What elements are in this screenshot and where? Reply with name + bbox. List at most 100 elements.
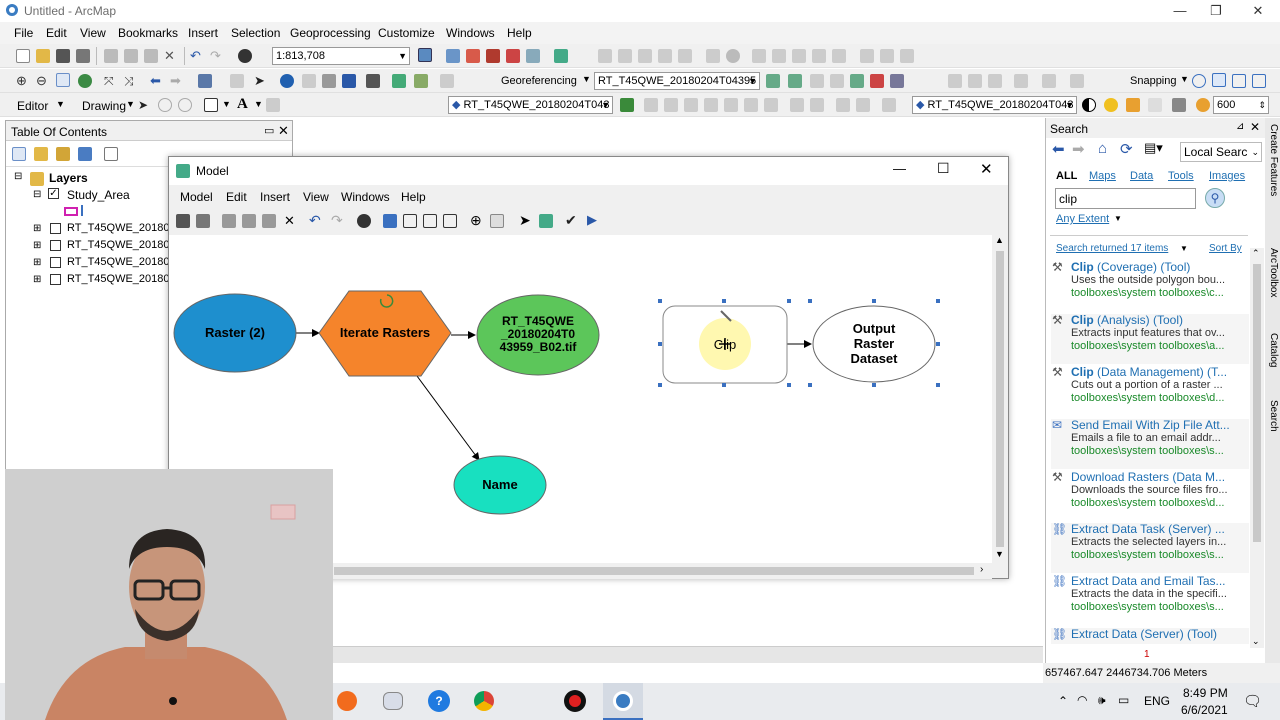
wifi-icon[interactable]: ◠ bbox=[1077, 693, 1087, 707]
raster-4-expand-icon[interactable]: ⊞ bbox=[33, 274, 41, 285]
search-tab-data[interactable]: Data bbox=[1130, 170, 1153, 182]
recorder-icon[interactable] bbox=[564, 690, 586, 712]
create-viewer-icon[interactable] bbox=[440, 74, 454, 88]
battery-icon[interactable]: ▭ bbox=[1118, 693, 1129, 707]
list-by-drawing-order-icon[interactable] bbox=[12, 147, 26, 161]
search-result[interactable]: ⚒ Clip (Data Management) (T... Cuts out … bbox=[1051, 366, 1249, 416]
contrast-icon[interactable] bbox=[1082, 98, 1096, 112]
list-by-source-icon[interactable] bbox=[34, 147, 48, 161]
arcmap-taskbar-button[interactable] bbox=[603, 683, 643, 720]
model-fixed-zoom-out-icon[interactable] bbox=[443, 214, 457, 228]
raster-1-expand-icon[interactable]: ⊞ bbox=[33, 223, 41, 234]
paste-icon[interactable] bbox=[144, 49, 158, 63]
model-minimize-icon[interactable]: — bbox=[893, 161, 906, 176]
search-tab-maps[interactable]: Maps bbox=[1089, 170, 1116, 182]
new-document-icon[interactable] bbox=[16, 49, 30, 63]
search-results-scrollbar[interactable]: ⌃ ⌄ bbox=[1250, 248, 1264, 648]
search-go-icon[interactable]: ⚲ bbox=[1205, 188, 1225, 208]
menu-insert[interactable]: Insert bbox=[188, 26, 218, 40]
swipe-icon[interactable] bbox=[620, 98, 634, 112]
model-validate-icon[interactable]: ✔ bbox=[565, 212, 577, 229]
model-menu-help[interactable]: Help bbox=[401, 190, 426, 204]
study-area-collapse-icon[interactable]: ⊟ bbox=[33, 189, 41, 200]
study-area-checkbox[interactable]: ✓ bbox=[48, 188, 59, 199]
list-by-selection-icon[interactable] bbox=[78, 147, 92, 161]
model-redo-icon[interactable]: ↷ bbox=[331, 212, 343, 229]
any-extent-link[interactable]: Any Extent bbox=[1056, 213, 1109, 225]
firefox-icon[interactable] bbox=[337, 691, 357, 711]
layers-collapse-icon[interactable]: ⊟ bbox=[14, 171, 22, 182]
model-menu-windows[interactable]: Windows bbox=[341, 190, 390, 204]
zoom-resolution-icon[interactable] bbox=[1196, 98, 1210, 112]
shift-icon[interactable] bbox=[788, 74, 802, 88]
search-options-icon[interactable]: ▤▾ bbox=[1144, 140, 1163, 156]
rotate-element-icon[interactable] bbox=[158, 98, 172, 112]
print-icon[interactable] bbox=[76, 49, 90, 63]
model-vertical-scrollbar[interactable]: ▲ ▼ bbox=[992, 235, 1008, 565]
delete-icon[interactable]: ✕ bbox=[164, 49, 178, 63]
zoom-out-icon[interactable]: ⊖ bbox=[36, 74, 50, 88]
list-by-visibility-icon[interactable] bbox=[56, 147, 70, 161]
display-icon[interactable] bbox=[1148, 98, 1162, 112]
model-select-icon[interactable]: ➤ bbox=[519, 212, 531, 229]
menu-windows[interactable]: Windows bbox=[446, 26, 495, 40]
search-tab-tools[interactable]: Tools bbox=[1168, 170, 1194, 182]
rotate-icon[interactable] bbox=[766, 74, 780, 88]
notifications-icon[interactable]: 🗨 bbox=[1243, 692, 1262, 710]
snapping-label[interactable]: Snapping bbox=[1130, 75, 1177, 87]
search-window-icon[interactable] bbox=[526, 49, 540, 63]
model-menu-insert[interactable]: Insert bbox=[260, 190, 290, 204]
layer-props-icon[interactable] bbox=[1172, 98, 1186, 112]
toc-layer-raster-1[interactable]: RT_T45QWE_2018020 bbox=[67, 222, 182, 234]
brightness-icon[interactable] bbox=[1104, 98, 1118, 112]
search-scope-combo[interactable]: Local Searc ⌄ bbox=[1180, 142, 1262, 162]
select-elements-icon[interactable]: ➤ bbox=[254, 74, 268, 88]
raster-1-checkbox[interactable] bbox=[50, 223, 61, 234]
model-menu-edit[interactable]: Edit bbox=[226, 190, 247, 204]
select-elements-draw-icon[interactable]: ➤ bbox=[138, 98, 152, 112]
drawing-menu[interactable]: Drawing bbox=[82, 99, 126, 113]
georef-table-icon[interactable] bbox=[890, 74, 904, 88]
catalog-window-icon[interactable] bbox=[466, 49, 480, 63]
model-builder-icon[interactable] bbox=[554, 49, 568, 63]
add-data-icon[interactable] bbox=[238, 49, 252, 63]
search-input[interactable]: clip bbox=[1055, 188, 1196, 209]
model-paste-icon[interactable] bbox=[262, 214, 276, 228]
editor-toolbar-icon[interactable] bbox=[418, 48, 432, 62]
georeferencing-label[interactable]: Georeferencing bbox=[501, 75, 577, 87]
editor-menu[interactable]: Editor bbox=[17, 99, 48, 113]
edge-snapping-icon[interactable] bbox=[1252, 74, 1266, 88]
python-window-icon[interactable] bbox=[506, 49, 520, 63]
dock-tab-search[interactable]: Search bbox=[1266, 400, 1279, 450]
model-fixed-zoom-in-icon[interactable] bbox=[423, 214, 437, 228]
menu-bookmarks[interactable]: Bookmarks bbox=[118, 26, 178, 40]
extent-dropdown-icon[interactable]: ▼ bbox=[1114, 214, 1122, 223]
find-icon[interactable] bbox=[366, 74, 380, 88]
redo-icon[interactable]: ↷ bbox=[210, 49, 224, 63]
model-auto-layout-icon[interactable] bbox=[383, 214, 397, 228]
model-maximize-icon[interactable]: ☐ bbox=[937, 160, 950, 177]
dock-tab-create-features[interactable]: Create Features bbox=[1266, 124, 1279, 224]
search-tab-all[interactable]: ALL bbox=[1056, 170, 1077, 182]
search-forward-icon[interactable]: ➡ bbox=[1072, 140, 1085, 158]
cut-icon[interactable] bbox=[104, 49, 118, 63]
menu-geoprocessing[interactable]: Geoprocessing bbox=[290, 26, 371, 40]
layer-combo-1[interactable]: ◆ RT_T45QWE_20180204T043 ▼ bbox=[448, 96, 613, 114]
fixed-zoom-out-icon[interactable]: ⤨ bbox=[124, 74, 138, 88]
open-folder-icon[interactable] bbox=[36, 49, 50, 63]
link-table-icon[interactable] bbox=[850, 74, 864, 88]
toc-layer-raster-3[interactable]: RT_T45QWE_2018020 bbox=[67, 256, 182, 268]
close-icon[interactable]: ✕ bbox=[1238, 0, 1278, 22]
raster-2-checkbox[interactable] bbox=[50, 240, 61, 251]
language-indicator[interactable]: ENG bbox=[1144, 694, 1170, 708]
rectangle-icon[interactable] bbox=[204, 98, 218, 112]
search-result[interactable]: ⛓ Extract Data Task (Server) ... Extract… bbox=[1051, 523, 1249, 573]
paint-icon[interactable] bbox=[383, 692, 403, 710]
pan-icon[interactable] bbox=[56, 73, 70, 87]
layer-combo-2[interactable]: ◆ RT_T45QWE_20180204T043 ▼ bbox=[912, 96, 1077, 114]
raster-2-expand-icon[interactable]: ⊞ bbox=[33, 240, 41, 251]
tray-up-arrow-icon[interactable]: ⌃ bbox=[1058, 694, 1068, 708]
select-features-icon[interactable] bbox=[198, 74, 212, 88]
clock-time[interactable]: 8:49 PM bbox=[1183, 686, 1228, 700]
raster-4-checkbox[interactable] bbox=[50, 274, 61, 285]
